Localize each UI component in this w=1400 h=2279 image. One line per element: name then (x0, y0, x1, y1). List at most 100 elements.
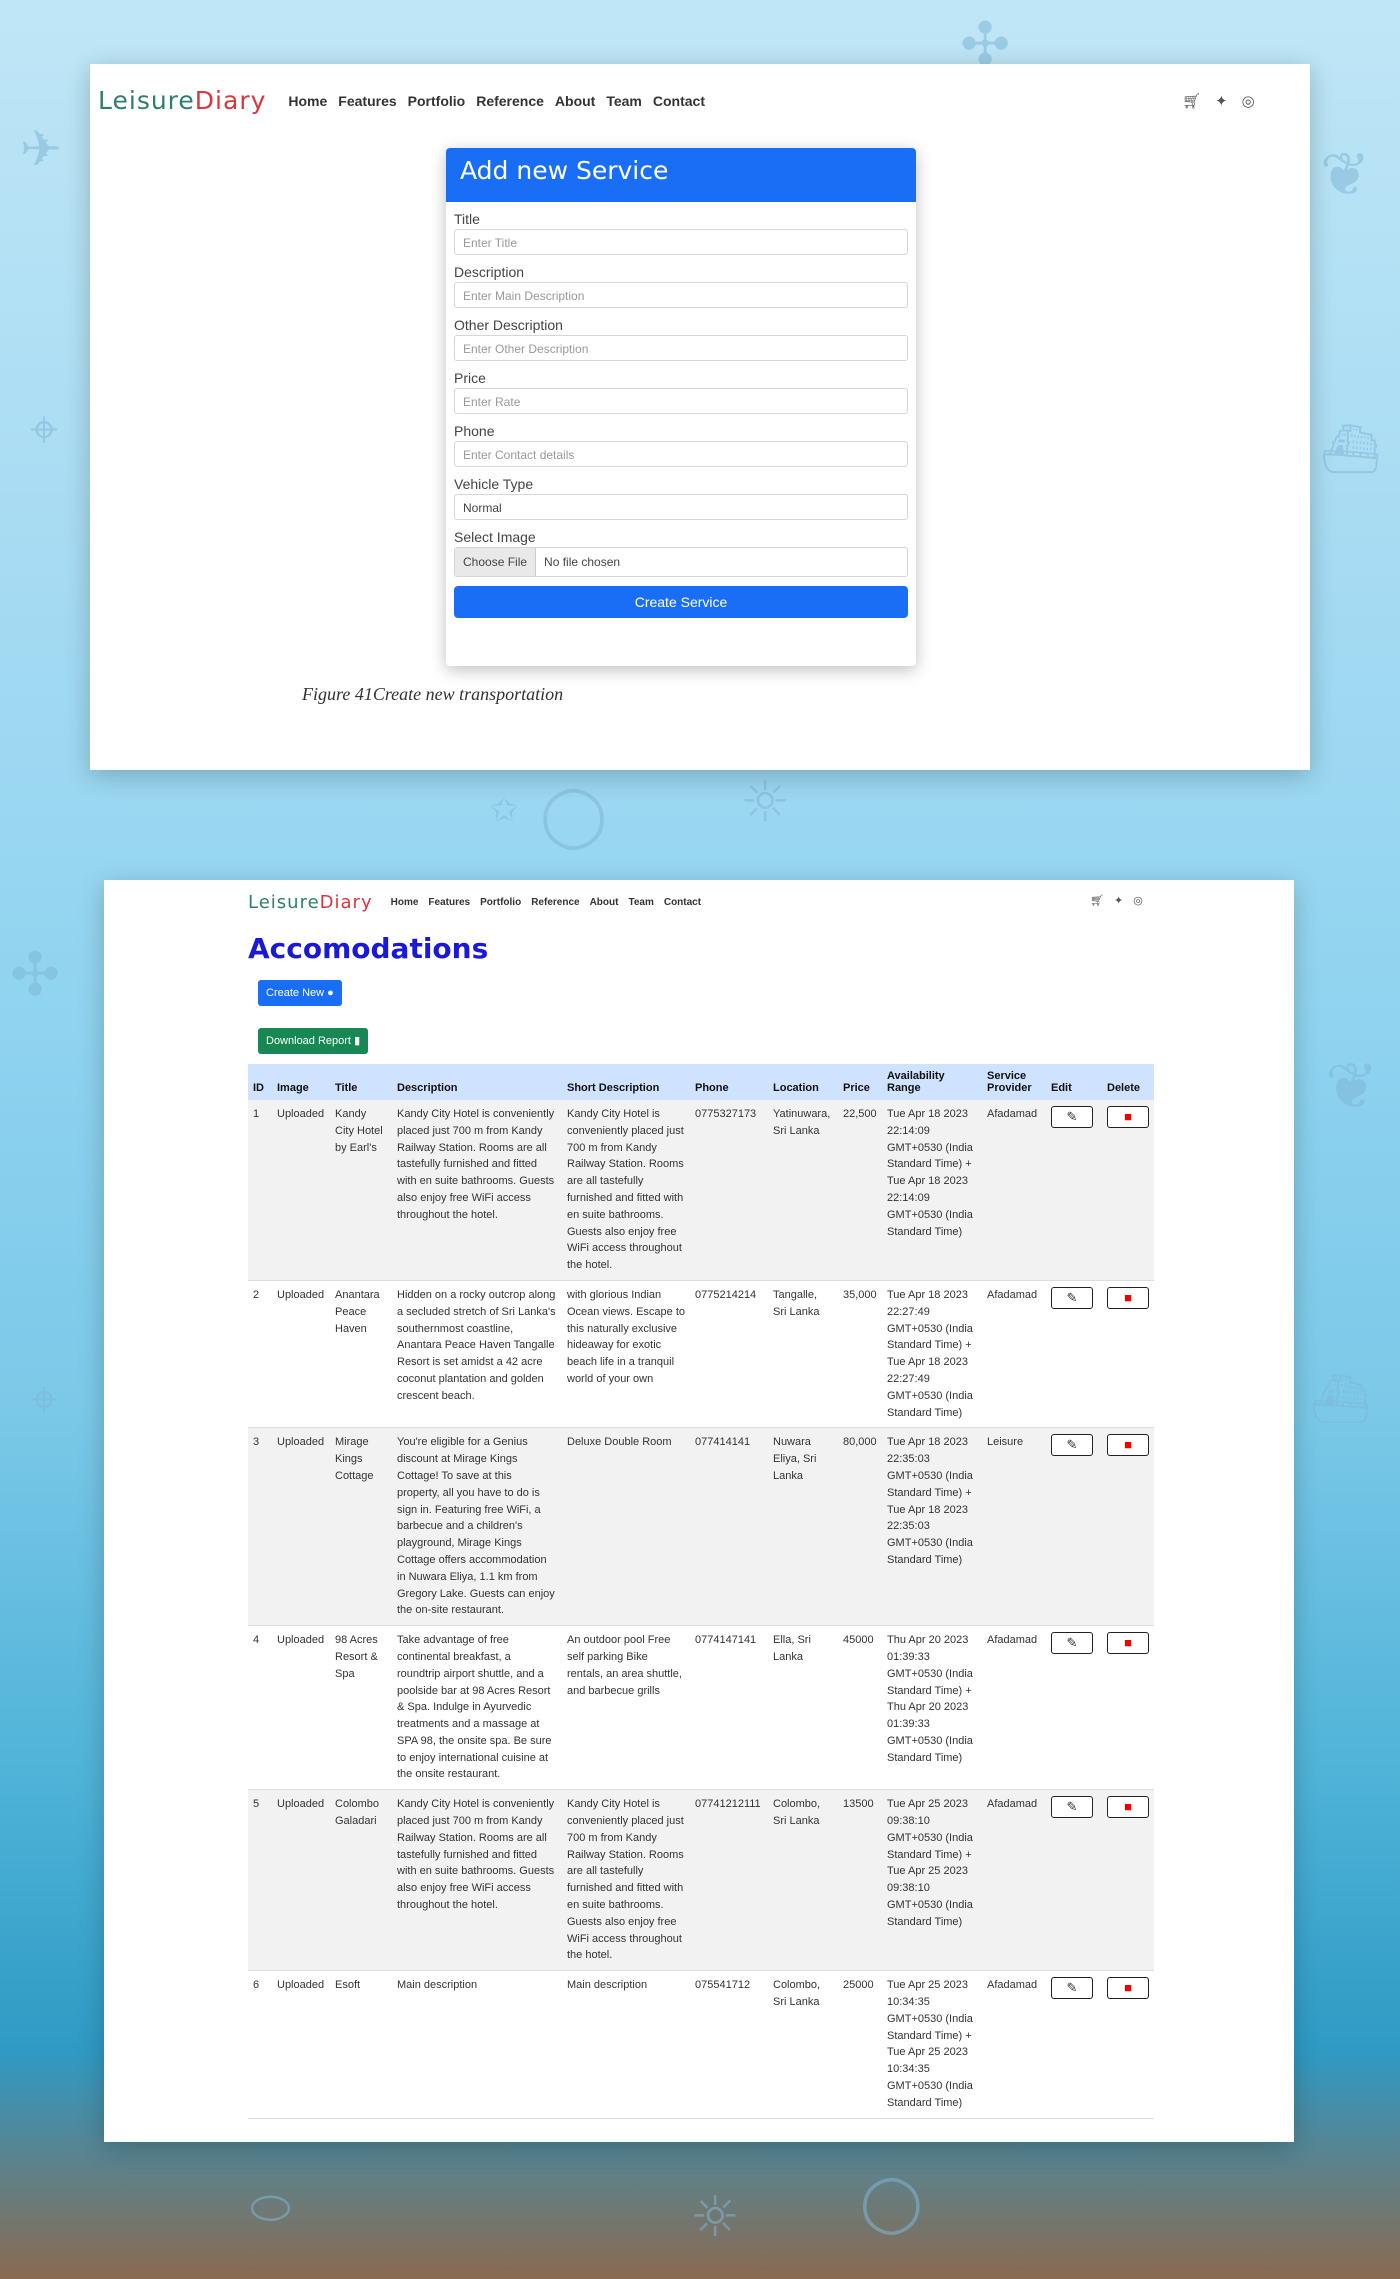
nav-team[interactable]: Team (606, 93, 642, 109)
cell-delete: ■ (1102, 1428, 1154, 1626)
brand-logo-2[interactable]: LeisureDiary (248, 892, 373, 913)
nav-home[interactable]: Home (288, 93, 327, 109)
cell-price: 13500 (843, 1798, 874, 1811)
cell-availability: Tue Apr 18 2023 22:14:09 GMT+0530 (India… (887, 1108, 973, 1238)
nav-features[interactable]: Features (428, 897, 470, 908)
cell-description: Take advantage of free continental break… (397, 1634, 552, 1781)
cell-price: 22,500 (843, 1108, 877, 1120)
delete-button[interactable]: ■ (1107, 1796, 1149, 1819)
other-description-group: Other Description Enter Other Descriptio… (454, 317, 908, 361)
brand-part1: Leisure (248, 892, 320, 913)
delete-button[interactable]: ■ (1107, 1286, 1149, 1309)
col-provider: Service Provider (987, 1070, 1032, 1094)
file-input[interactable]: Choose File No file chosen (454, 547, 908, 577)
nav-reference[interactable]: Reference (531, 897, 579, 908)
cell-short-description: An outdoor pool Free self parking Bike r… (567, 1634, 682, 1697)
cell-edit: ✎ (1046, 1626, 1102, 1790)
brand-logo[interactable]: LeisureDiary (98, 86, 266, 115)
twitter-icon[interactable]: ✦ (1215, 92, 1228, 110)
nav-contact[interactable]: Contact (653, 93, 705, 109)
price-label: Price (454, 370, 486, 386)
nav-icons-2: 🛒︎ ✦ ◎ (1090, 894, 1143, 907)
cell-edit: ✎ (1046, 1280, 1102, 1427)
title-group: Title Enter Title (454, 211, 908, 255)
nav-features[interactable]: Features (338, 93, 396, 109)
palm-doodle-2: ❦ (1325, 1050, 1379, 1124)
nav-home[interactable]: Home (391, 897, 419, 908)
nav-contact[interactable]: Contact (664, 897, 701, 908)
cell-short-description: with glorious Indian Ocean views. Escape… (567, 1288, 686, 1385)
instagram-icon[interactable]: ◎ (1242, 92, 1255, 110)
cart-icon[interactable]: 🛒︎ (1182, 92, 1201, 110)
brand-part2: Diary (319, 892, 373, 913)
cell-title: Anantara Peace Haven (335, 1288, 380, 1335)
instagram-icon[interactable]: ◎ (1133, 894, 1143, 907)
choose-file-button[interactable]: Choose File (455, 548, 537, 576)
edit-button[interactable]: ✎ (1051, 1434, 1093, 1457)
nav-about[interactable]: About (555, 93, 595, 109)
edit-button[interactable]: ✎ (1051, 1632, 1093, 1655)
description-group: Description Enter Main Description (454, 264, 908, 308)
col-edit: Edit (1051, 1082, 1072, 1094)
compass-doodle-2: ✣ (10, 940, 61, 1010)
twitter-icon[interactable]: ✦ (1114, 894, 1123, 907)
trash-icon: ■ (1124, 1799, 1132, 1815)
cell-short-description: Deluxe Double Room (567, 1436, 672, 1449)
nav-reference[interactable]: Reference (476, 93, 544, 109)
edit-button[interactable]: ✎ (1051, 1106, 1093, 1128)
cell-edit: ✎ (1046, 1100, 1102, 1280)
price-input[interactable]: Enter Rate (454, 388, 908, 414)
cell-availability: Thu Apr 20 2023 01:39:33 GMT+0530 (India… (887, 1634, 973, 1764)
cell-title: Colombo Galadari (335, 1798, 380, 1828)
table-body: 1 Uploaded Kandy City Hotel by Earl's Kandy… (248, 1100, 1154, 2119)
cell-edit: ✎ (1046, 1790, 1102, 1971)
sun-doodle-2: ☼ (690, 2185, 741, 2250)
title-input[interactable]: Enter Title (454, 229, 908, 255)
ship-doodle-2: ⛴ (1310, 1371, 1371, 1427)
phone-input[interactable]: Enter Contact details (454, 441, 908, 467)
description-input[interactable]: Enter Main Description (454, 282, 908, 308)
cell-short-description: Main description (567, 1979, 648, 1992)
create-new-button[interactable]: Create New ● (258, 980, 342, 1006)
edit-button[interactable]: ✎ (1051, 1796, 1093, 1819)
delete-button[interactable]: ■ (1107, 1106, 1149, 1128)
download-report-label: Download Report (266, 1035, 351, 1047)
cell-image: Uploaded (277, 1798, 325, 1811)
download-report-button[interactable]: Download Report ▮ (258, 1028, 369, 1054)
flip-flop-doodle: ⬭ (250, 2180, 291, 2236)
edit-button[interactable]: ✎ (1051, 1286, 1093, 1309)
nav-portfolio[interactable]: Portfolio (480, 897, 521, 908)
cell-id: 3 (253, 1436, 260, 1449)
col-description: Description (397, 1082, 458, 1094)
balloon-doodle-2: ◯ (860, 2170, 923, 2235)
other-description-input[interactable]: Enter Other Description (454, 335, 908, 361)
title-label: Title (454, 211, 480, 227)
nav-about[interactable]: About (590, 897, 619, 908)
file-status: No file chosen (544, 555, 621, 569)
nav-team[interactable]: Team (628, 897, 653, 908)
create-service-button[interactable]: Create Service (454, 586, 908, 618)
cell-delete: ■ (1102, 1971, 1154, 2118)
price-group: Price Enter Rate (454, 370, 908, 414)
cell-provider: Afadamad (987, 1288, 1038, 1301)
cell-image: Uploaded (277, 1108, 325, 1120)
cell-location: Tangalle, Sri Lanka (773, 1288, 820, 1318)
palm-doodle: ❦ (1320, 140, 1371, 210)
col-phone: Phone (695, 1082, 729, 1094)
nav-portfolio[interactable]: Portfolio (408, 93, 466, 109)
brand-part2: Diary (194, 86, 267, 115)
cell-image: Uploaded (277, 1436, 325, 1449)
edit-button[interactable]: ✎ (1051, 1977, 1093, 2000)
delete-button[interactable]: ■ (1107, 1434, 1149, 1457)
delete-button[interactable]: ■ (1107, 1977, 1149, 2000)
cell-phone: 077414141 (695, 1436, 751, 1449)
navbar: LeisureDiary Home Features Portfolio Ref… (98, 86, 705, 115)
cell-phone: 0775214214 (695, 1288, 757, 1301)
cell-location: Ella, Sri Lanka (773, 1634, 811, 1663)
delete-button[interactable]: ■ (1107, 1632, 1149, 1655)
vehicle-type-select[interactable]: Normal (454, 494, 908, 520)
cell-phone: 0775327173 (695, 1108, 757, 1120)
nav-menu-2: Home Features Portfolio Reference About … (391, 897, 701, 908)
trash-icon: ■ (1124, 1289, 1132, 1305)
cart-icon[interactable]: 🛒︎ (1090, 894, 1104, 907)
